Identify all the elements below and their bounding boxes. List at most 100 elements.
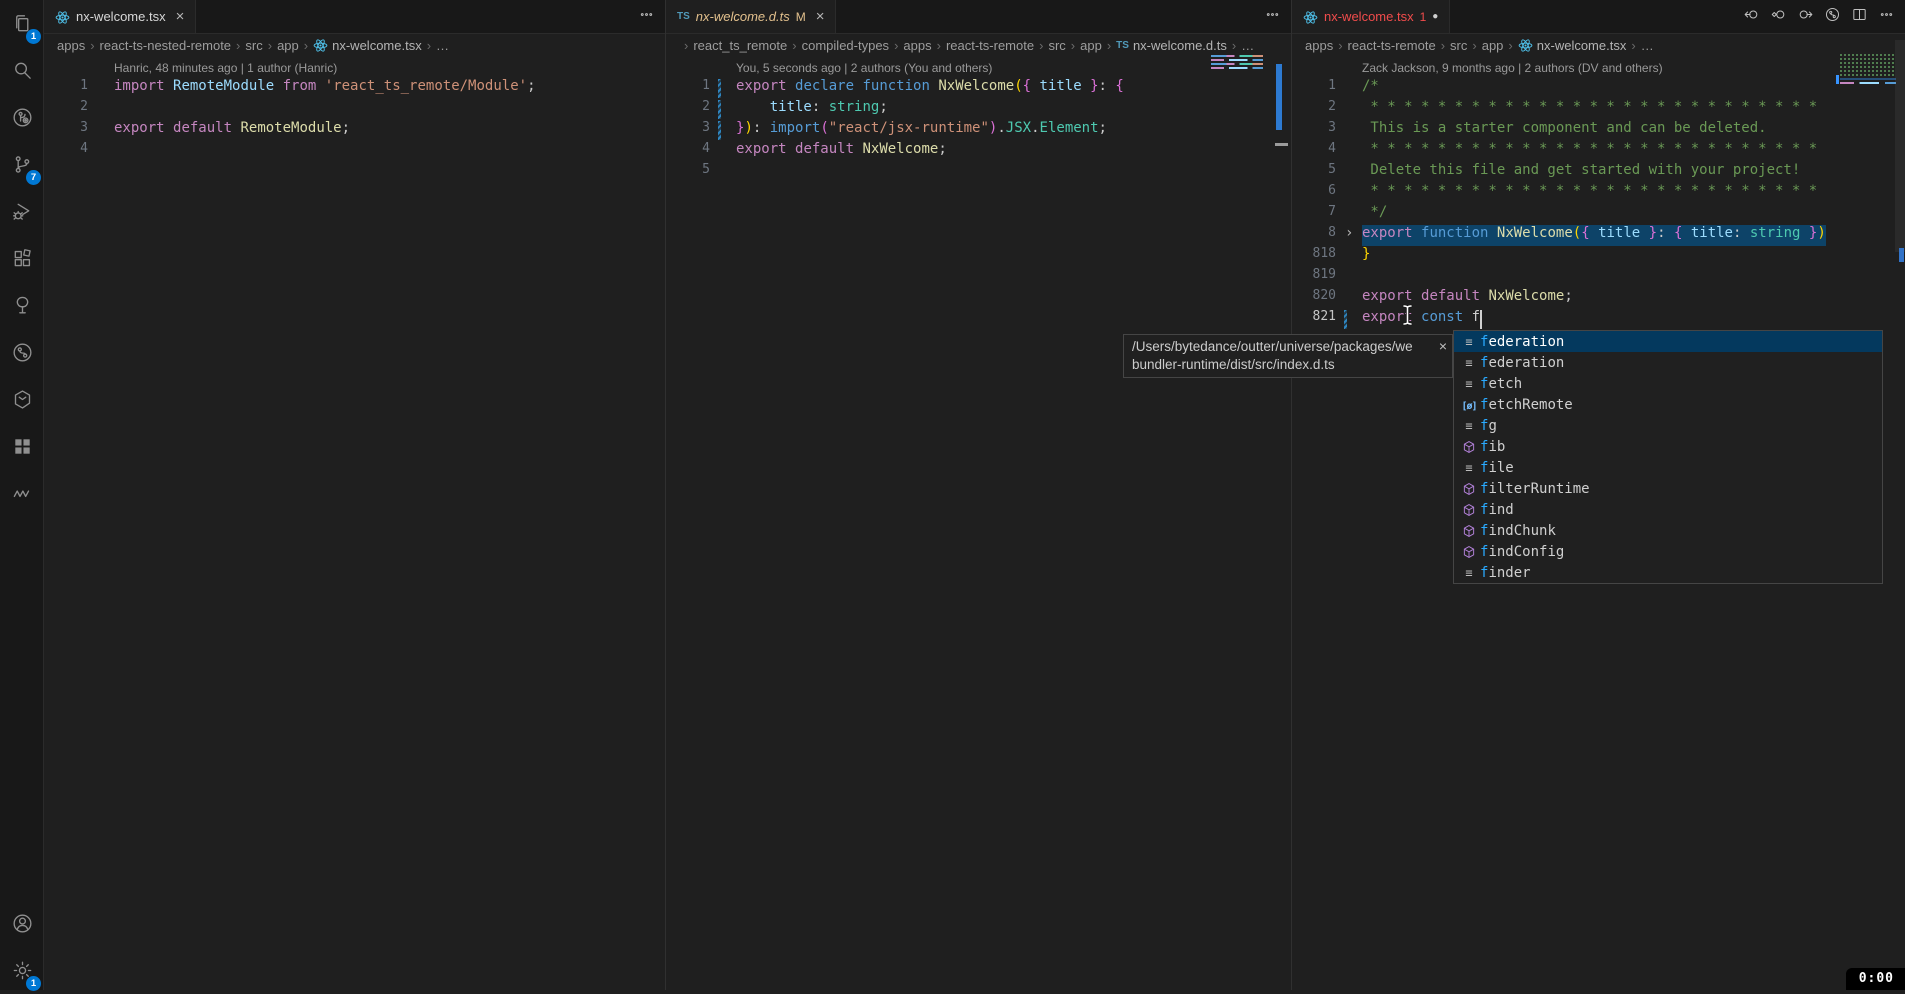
code-line-819: 819 (1295, 267, 1905, 288)
breadcrumb-item[interactable]: react-ts-remote (946, 38, 1034, 53)
breadcrumb-item[interactable]: apps (903, 38, 931, 53)
suggest-item-fetchRemote[interactable]: [ø]fetchRemote (1454, 394, 1882, 415)
accounts-icon[interactable] (0, 900, 44, 947)
close-tab-icon[interactable]: × (176, 8, 185, 25)
source-control-icon[interactable]: 7 (0, 141, 44, 188)
explorer-icon[interactable]: 1 (0, 0, 44, 47)
more-icon[interactable] (638, 6, 655, 28)
minimap[interactable] (1840, 54, 1896, 87)
tab-nx-welcome.d.ts[interactable]: TSnx-welcome.d.tsM× (666, 0, 836, 33)
breadcrumb-overflow[interactable]: … (436, 38, 449, 53)
breadcrumb-item[interactable]: src (245, 38, 262, 53)
code-line-3: 3 This is a starter component and can be… (1295, 120, 1905, 141)
breadcrumb-item[interactable]: react-ts-remote (1348, 38, 1436, 53)
suggest-item-filterRuntime[interactable]: filterRuntime (1454, 478, 1882, 499)
breadcrumb-item[interactable]: src (1450, 38, 1467, 53)
code-line-4: 4export default NxWelcome; (669, 141, 1291, 162)
close-icon[interactable]: × (1439, 337, 1447, 355)
suggest-item-find[interactable]: find (1454, 499, 1882, 520)
breadcrumb-file[interactable]: nx-welcome.tsx (313, 37, 422, 53)
code-text: title: string; (736, 99, 888, 120)
dirty-indicator-icon[interactable]: ● (1432, 11, 1438, 22)
manage-icon[interactable]: 1 (0, 947, 44, 994)
suggest-label: fetchRemote (1480, 397, 1573, 413)
next-change-icon[interactable] (1797, 6, 1814, 28)
suggest-item-finder[interactable]: ≡finder (1454, 562, 1882, 583)
line-number: 2 (669, 99, 710, 120)
method-suggestion-icon (1462, 523, 1476, 539)
suggest-label: fg (1480, 418, 1497, 434)
breadcrumb-item[interactable]: react_ts_remote (693, 38, 787, 53)
codelens-blame[interactable]: Hanric, 48 minutes ago | 1 author (Hanri… (44, 58, 665, 78)
breadcrumb-overflow[interactable]: … (1241, 38, 1254, 53)
suggest-item-federation[interactable]: ≡federation (1454, 331, 1882, 352)
extension-squiggle-icon[interactable] (0, 470, 44, 517)
code-text: * * * * * * * * * * * * * * * * * * * * … (1362, 183, 1817, 204)
breadcrumb-item[interactable]: compiled-types (802, 38, 889, 53)
suggest-item-findConfig[interactable]: findConfig (1454, 541, 1882, 562)
close-tab-icon[interactable]: × (816, 8, 825, 25)
git-graph-icon[interactable] (0, 329, 44, 376)
breadcrumb-item[interactable]: apps (1305, 38, 1333, 53)
suggest-item-findChunk[interactable]: findChunk (1454, 520, 1882, 541)
fold-chevron-icon[interactable]: › (1345, 225, 1353, 241)
code-text: This is a starter component and can be d… (1362, 120, 1767, 141)
suggest-item-federation[interactable]: ≡federation (1454, 352, 1882, 373)
editor[interactable]: You, 5 seconds ago | 2 authors (You and … (666, 56, 1291, 989)
breadcrumb-item[interactable]: react-ts-nested-remote (100, 38, 232, 53)
codelens-blame[interactable]: You, 5 seconds ago | 2 authors (You and … (666, 58, 1291, 78)
suggest-item-file[interactable]: ≡file (1454, 457, 1882, 478)
method-suggestion-icon (1462, 544, 1476, 560)
search-icon[interactable] (0, 47, 44, 94)
breadcrumb-item[interactable]: app (1080, 38, 1102, 53)
react-file-icon (1303, 8, 1318, 24)
run-and-debug-icon[interactable] (0, 188, 44, 235)
tab-nx-welcome.tsx[interactable]: nx-welcome.tsx× (44, 0, 196, 33)
code-line-5: 5 (669, 162, 1291, 183)
breadcrumb-item[interactable]: app (277, 38, 299, 53)
split-icon[interactable] (1851, 6, 1868, 28)
editor[interactable]: Hanric, 48 minutes ago | 1 author (Hanri… (44, 56, 665, 989)
extensions-icon[interactable] (0, 235, 44, 282)
line-number: 819 (1295, 267, 1336, 288)
text-suggestion-icon: ≡ (1465, 335, 1472, 349)
activity-bar: 17 1 (0, 0, 44, 990)
path-tooltip-line-1: /Users/bytedance/outter/universe/package… (1132, 338, 1432, 356)
method-suggestion-icon (1462, 439, 1476, 455)
line-number: 3 (1295, 120, 1336, 141)
minimap[interactable] (1211, 55, 1263, 71)
more-icon[interactable] (1264, 6, 1281, 28)
suggest-label: filterRuntime (1480, 481, 1590, 497)
path-tooltip: /Users/bytedance/outter/universe/package… (1123, 334, 1453, 378)
scrollbar[interactable] (1895, 40, 1905, 252)
method-suggestion-icon (1462, 502, 1476, 518)
gitlens-icon[interactable] (0, 94, 44, 141)
code-text: export declare function NxWelcome({ titl… (736, 78, 1124, 99)
breadcrumb-file[interactable]: TSnx-welcome.d.ts (1116, 38, 1227, 53)
text-suggestion-icon: ≡ (1465, 566, 1472, 580)
overview-ruler-modified-mark[interactable] (1276, 64, 1282, 130)
git-modified-gutter (718, 79, 721, 98)
breadcrumb-overflow[interactable]: … (1641, 38, 1654, 53)
breadcrumb-item[interactable]: app (1482, 38, 1504, 53)
extension-grid-icon[interactable] (0, 423, 44, 470)
change-dot-icon[interactable] (1770, 6, 1787, 28)
graph-icon[interactable] (1824, 6, 1841, 28)
suggest-item-fetch[interactable]: ≡fetch (1454, 373, 1882, 394)
more-icon[interactable] (1878, 6, 1895, 28)
breadcrumb: ›react_ts_remote›compiled-types›apps›rea… (666, 34, 1291, 56)
code-line-2: 2 * * * * * * * * * * * * * * * * * * * … (1295, 99, 1905, 120)
suggest-item-fg[interactable]: ≡fg (1454, 415, 1882, 436)
extension-hexagon-icon[interactable] (0, 376, 44, 423)
todo-tree-icon[interactable] (0, 282, 44, 329)
breadcrumb-item[interactable]: src (1048, 38, 1065, 53)
code-line-821: 821export const f (1295, 309, 1905, 330)
breadcrumb-file[interactable]: nx-welcome.tsx (1518, 37, 1627, 53)
codelens-blame[interactable]: Zack Jackson, 9 months ago | 2 authors (… (1292, 58, 1905, 78)
prev-change-icon[interactable] (1743, 6, 1760, 28)
git-modified-badge: M (796, 10, 806, 24)
mouse-ibeam-cursor (1400, 303, 1415, 332)
suggest-item-fib[interactable]: fib (1454, 436, 1882, 457)
tab-nx-welcome.tsx[interactable]: nx-welcome.tsx1● (1292, 0, 1450, 33)
breadcrumb-item[interactable]: apps (57, 38, 85, 53)
